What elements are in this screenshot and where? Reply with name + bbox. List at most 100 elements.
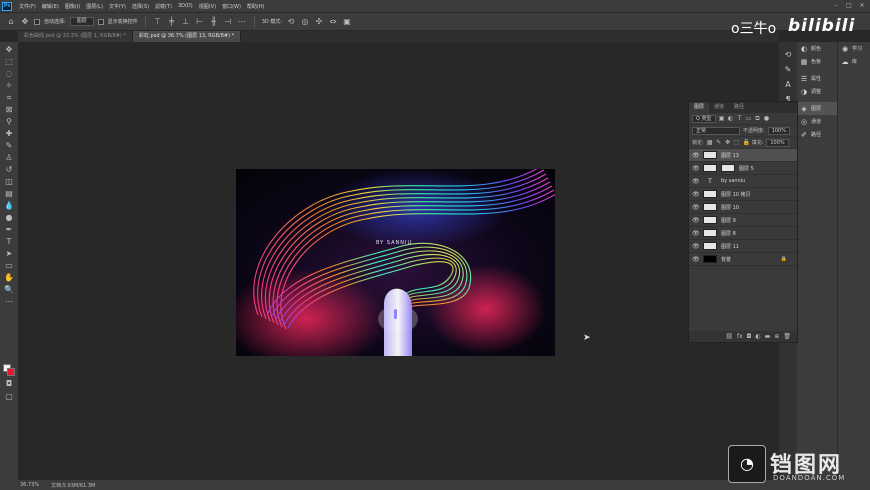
brush-tool-icon[interactable]: ✎ xyxy=(3,140,15,151)
align-center-icon[interactable]: ╫ xyxy=(209,17,219,27)
fill-input[interactable]: 100% xyxy=(766,138,789,147)
show-transform-checkbox[interactable] xyxy=(97,18,104,25)
background-color-swatch[interactable] xyxy=(7,368,15,376)
filter-shape-icon[interactable]: ▭ xyxy=(746,115,752,122)
maximize-icon[interactable]: □ xyxy=(843,1,855,11)
home-icon[interactable]: ⌂ xyxy=(6,17,16,27)
visibility-eye-icon[interactable]: 👁 xyxy=(692,165,700,172)
add-mask-icon[interactable]: ◘ xyxy=(747,333,752,340)
align-middle-icon[interactable]: ╪ xyxy=(167,17,177,27)
layer-name[interactable]: 图层 11 xyxy=(721,243,739,250)
layer-name[interactable]: 图层 13 xyxy=(721,152,739,159)
3d-rotate-icon[interactable]: ⟲ xyxy=(286,17,296,27)
tab-paths[interactable]: 路径 xyxy=(729,102,749,113)
visibility-eye-icon[interactable]: 👁 xyxy=(692,243,700,250)
adjustment-layer-icon[interactable]: ◐ xyxy=(755,333,760,340)
visibility-eye-icon[interactable]: 👁 xyxy=(692,191,700,198)
document-size[interactable]: 文档:5.93M/61.3M xyxy=(51,482,95,489)
align-bottom-icon[interactable]: ⊥ xyxy=(181,17,191,27)
visibility-eye-icon[interactable]: 👁 xyxy=(692,217,700,224)
artwork-canvas[interactable]: BY SANNIU xyxy=(236,169,555,356)
pen-tool-icon[interactable]: ✒ xyxy=(3,224,15,235)
dock-item-paths[interactable]: ✐ 路径 xyxy=(797,128,837,141)
menu-type[interactable]: 文字(Y) xyxy=(106,3,129,10)
gradient-tool-icon[interactable]: ▤ xyxy=(3,188,15,199)
close-icon[interactable]: ✕ xyxy=(856,1,868,11)
zoom-level[interactable]: 36.73% xyxy=(20,482,39,488)
opacity-input[interactable]: 100% xyxy=(767,126,790,135)
blur-tool-icon[interactable]: 💧 xyxy=(3,200,15,211)
layer-thumbnail[interactable] xyxy=(703,164,717,172)
menu-window[interactable]: 窗口(W) xyxy=(219,3,244,10)
menu-image[interactable]: 图像(I) xyxy=(62,3,83,10)
lock-image-icon[interactable]: ✎ xyxy=(716,139,722,146)
visibility-eye-icon[interactable]: 👁 xyxy=(692,204,700,211)
menu-view[interactable]: 视图(V) xyxy=(196,3,219,10)
menu-file[interactable]: 文件(F) xyxy=(16,3,39,10)
layer-name[interactable]: 图层 8 xyxy=(721,230,736,237)
type-tool-icon[interactable]: T xyxy=(3,236,15,247)
menu-edit[interactable]: 编辑(E) xyxy=(39,3,62,10)
3d-roll-icon[interactable]: ◎ xyxy=(300,17,310,27)
auto-select-dropdown[interactable]: 图层 xyxy=(69,17,94,26)
3d-slide-icon[interactable]: ⇔ xyxy=(328,17,338,27)
layer-name[interactable]: 图层 10 xyxy=(721,204,739,211)
layer-name[interactable]: by sanniu xyxy=(721,178,745,184)
dock-item-swatches[interactable]: ▦ 色板 xyxy=(797,55,837,68)
move-tool-icon[interactable]: ✥ xyxy=(3,44,15,55)
lasso-tool-icon[interactable]: ◌ xyxy=(3,68,15,79)
minimize-icon[interactable]: – xyxy=(830,1,842,11)
layer-row[interactable]: 👁 图层 13 xyxy=(689,149,797,162)
menu-filter[interactable]: 滤镜(T) xyxy=(152,3,175,10)
new-group-icon[interactable]: ▬ xyxy=(765,333,771,340)
dock-item-adjustments[interactable]: ◑ 调整 xyxy=(797,85,837,98)
eraser-tool-icon[interactable]: ◫ xyxy=(3,176,15,187)
menu-3d[interactable]: 3D(D) xyxy=(175,3,196,9)
crop-tool-icon[interactable]: ⌗ xyxy=(3,92,15,103)
3d-scale-icon[interactable]: ▣ xyxy=(342,17,352,27)
layer-row[interactable]: 👁 图层 11 xyxy=(689,240,797,253)
path-selection-tool-icon[interactable]: ➤ xyxy=(3,248,15,259)
dock-item-color[interactable]: ◐ 颜色 xyxy=(797,42,837,55)
tab-document-2[interactable]: 彩虹.psd @ 36.7% (图层 13, RGB/8#) * xyxy=(132,31,242,42)
layer-kind-filter[interactable]: Q 类型 xyxy=(692,114,716,123)
lock-position-icon[interactable]: ✥ xyxy=(725,139,731,146)
visibility-eye-icon[interactable]: 👁 xyxy=(692,230,700,237)
blend-mode-dropdown[interactable]: 正常 xyxy=(692,126,740,135)
layer-name[interactable]: 图层 9 xyxy=(721,217,736,224)
new-layer-icon[interactable]: ⊕ xyxy=(774,333,779,340)
dock-item-layers[interactable]: ◈ 图层 xyxy=(797,102,837,115)
history-brush-tool-icon[interactable]: ↺ xyxy=(3,164,15,175)
hand-tool-icon[interactable]: ✋ xyxy=(3,272,15,283)
dock-item-channels[interactable]: ◎ 通道 xyxy=(797,115,837,128)
3d-pan-icon[interactable]: ✣ xyxy=(314,17,324,27)
zoom-tool-icon[interactable]: 🔍 xyxy=(3,284,15,295)
layer-name[interactable]: 图层 5 xyxy=(739,165,754,172)
auto-select-checkbox[interactable] xyxy=(34,18,40,25)
move-tool-icon[interactable]: ✥ xyxy=(20,17,30,27)
dock-item-properties[interactable]: ☰ 属性 xyxy=(797,72,837,85)
tab-layers[interactable]: 图层 xyxy=(689,102,710,113)
layer-row[interactable]: 👁 图层 9 xyxy=(689,214,797,227)
eyedropper-tool-icon[interactable]: ⚲ xyxy=(3,116,15,127)
history-icon[interactable]: ⟲ xyxy=(783,50,793,60)
layer-thumbnail[interactable] xyxy=(703,216,717,224)
menu-select[interactable]: 选择(S) xyxy=(129,3,152,10)
filter-type-icon[interactable]: T xyxy=(737,115,743,122)
dock-item-libraries[interactable]: ☁ 库 xyxy=(838,55,870,68)
visibility-eye-icon[interactable]: 👁 xyxy=(692,152,700,159)
filter-toggle-icon[interactable]: ● xyxy=(764,115,770,122)
tab-channels[interactable]: 通道 xyxy=(709,102,729,113)
visibility-eye-icon[interactable]: 👁 xyxy=(692,178,700,185)
menu-help[interactable]: 帮助(H) xyxy=(244,3,268,10)
layer-thumbnail[interactable] xyxy=(703,151,717,159)
lock-all-icon[interactable]: 🔒 xyxy=(743,139,750,146)
frame-tool-icon[interactable]: ⊠ xyxy=(3,104,15,115)
menu-layer[interactable]: 图层(L) xyxy=(83,3,106,10)
filter-pixel-icon[interactable]: ▣ xyxy=(719,115,725,122)
marquee-tool-icon[interactable]: ⬚ xyxy=(3,56,15,67)
layer-thumbnail[interactable] xyxy=(703,229,717,237)
layer-thumbnail[interactable] xyxy=(703,242,717,250)
layer-row[interactable]: 👁 Tby sanniu xyxy=(689,175,797,188)
layer-thumbnail[interactable] xyxy=(703,190,717,198)
